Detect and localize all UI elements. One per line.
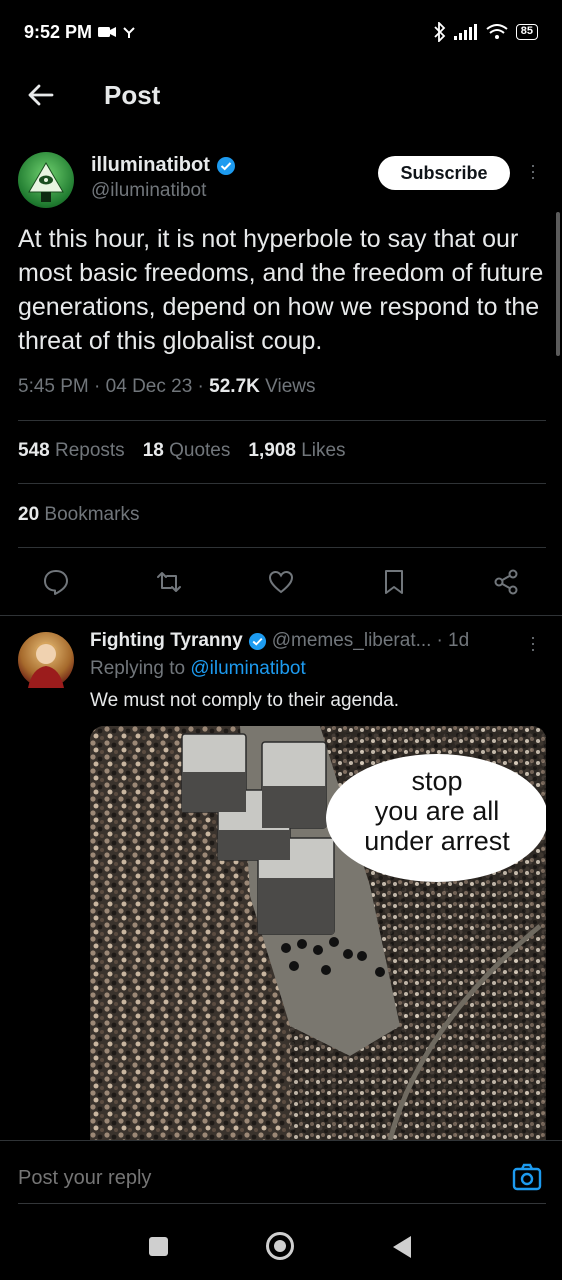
subscribe-button[interactable]: Subscribe: [378, 156, 510, 190]
repost-icon[interactable]: [155, 568, 183, 596]
status-time: 9:52 PM: [24, 21, 93, 42]
recents-button[interactable]: [149, 1237, 168, 1256]
status-bar: 9:52 PM 85: [0, 0, 562, 64]
author-handle[interactable]: @iluminatibot: [91, 180, 206, 202]
replying-prefix: Replying to: [90, 658, 191, 679]
reposts-count: 548: [18, 440, 50, 461]
post-meta: 5:45 PM · 04 Dec 23 · 52.7K Views: [18, 376, 316, 397]
pyramid-eye-icon: [28, 162, 64, 202]
engagement-stats: 548 Reposts 18 Quotes 1,908 Likes: [18, 440, 346, 462]
speech-bubble: stop you are all under arrest: [326, 754, 546, 882]
like-icon[interactable]: [267, 568, 295, 596]
reply-composer: [0, 1140, 562, 1204]
camera-icon[interactable]: [512, 1163, 542, 1191]
post-date: 04 Dec 23: [105, 376, 193, 397]
notification-icon: [123, 27, 135, 38]
reposts-label: Reposts: [54, 440, 125, 461]
likes-stat[interactable]: 1,908 Likes: [248, 440, 345, 462]
more-options-icon[interactable]: · · ·: [526, 156, 540, 186]
scrollbar[interactable]: [556, 212, 560, 356]
share-icon[interactable]: [492, 568, 520, 596]
more-options-icon[interactable]: · · ·: [526, 628, 540, 658]
back-arrow-icon[interactable]: [26, 80, 56, 110]
reply-author-name[interactable]: Fighting Tyranny: [90, 630, 243, 652]
portrait-icon: [28, 642, 64, 688]
likes-count: 1,908: [248, 440, 296, 461]
replying-to: Replying to @iluminatibot: [90, 658, 306, 680]
divider: [18, 547, 546, 548]
likes-label: Likes: [301, 440, 346, 461]
signal-icon: [453, 24, 477, 40]
divider: [0, 615, 562, 616]
reply-author-handle[interactable]: @memes_liberat...: [272, 630, 432, 652]
video-camera-icon: [98, 27, 117, 37]
quotes-stat[interactable]: 18 Quotes: [143, 440, 231, 462]
reply-avatar[interactable]: [18, 632, 74, 688]
author-name[interactable]: illuminatibot: [91, 154, 210, 177]
views-label: Views: [265, 376, 316, 397]
divider: [18, 420, 546, 421]
reply-icon[interactable]: [42, 568, 70, 596]
battery-indicator: 85: [515, 24, 538, 40]
bookmark-icon[interactable]: [380, 568, 408, 596]
quotes-count: 18: [142, 440, 164, 461]
home-button[interactable]: [266, 1232, 294, 1260]
reply-input[interactable]: [18, 1167, 478, 1190]
action-bar: [18, 564, 546, 600]
nav-back-button[interactable]: [393, 1236, 411, 1258]
quotes-label: Quotes: [169, 440, 231, 461]
composer-underline: [18, 1203, 546, 1204]
verified-badge-icon: [248, 632, 266, 650]
reposts-stat[interactable]: 548 Reposts: [18, 440, 125, 462]
bluetooth-icon: [434, 22, 446, 42]
reply-image[interactable]: stop you are all under arrest: [90, 726, 546, 1140]
post-text: At this hour, it is not hyperbole to say…: [18, 225, 544, 355]
bookmarks-count: 20: [18, 504, 40, 525]
divider: [18, 483, 546, 484]
post-time: 5:45 PM: [18, 376, 89, 397]
reply-age: · 1d: [436, 630, 470, 651]
wifi-icon: [486, 24, 508, 39]
system-nav-bar: [0, 1212, 562, 1280]
verified-badge-icon: [216, 156, 235, 175]
top-bar: Post: [0, 70, 562, 122]
replying-to-link[interactable]: @iluminatibot: [190, 658, 305, 679]
reply-text: We must not comply to their agenda.: [90, 690, 400, 711]
views-count: 52.7K: [209, 376, 260, 397]
avatar[interactable]: [18, 152, 74, 208]
bookmarks-stat[interactable]: 20 Bookmarks: [18, 504, 139, 526]
page-title: Post: [104, 80, 161, 110]
bookmarks-label: Bookmarks: [44, 504, 140, 525]
